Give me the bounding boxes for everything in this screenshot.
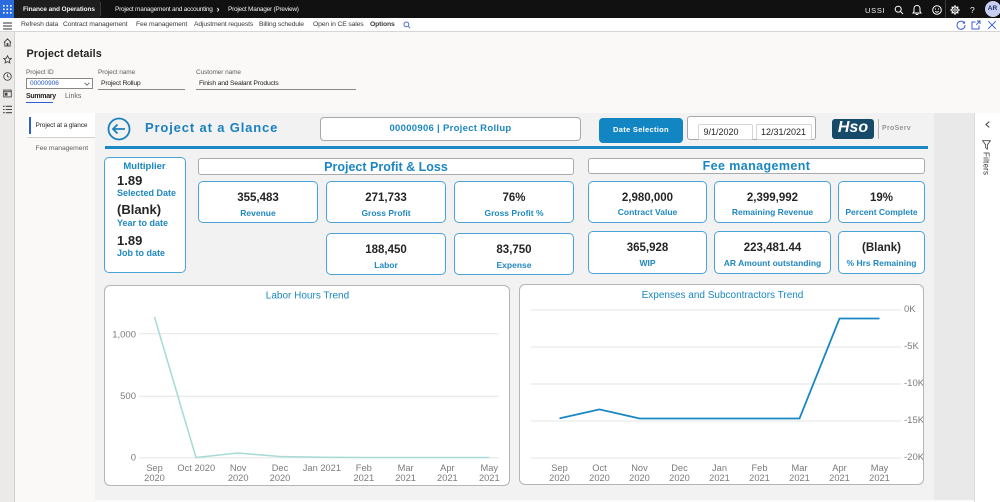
- svg-text:2020: 2020: [228, 473, 249, 483]
- svg-text:2020: 2020: [270, 473, 291, 483]
- svg-text:2021: 2021: [353, 473, 374, 483]
- svg-text:2021: 2021: [709, 473, 730, 483]
- svg-text:2021: 2021: [869, 473, 890, 483]
- svg-text:Nov: Nov: [230, 463, 247, 473]
- svg-text:2021: 2021: [479, 473, 500, 483]
- svg-text:2021: 2021: [789, 473, 810, 483]
- svg-text:Dec: Dec: [272, 463, 289, 473]
- svg-text:Expenses and Subcontractors Tr: Expenses and Subcontractors Trend: [642, 290, 804, 301]
- svg-text:Feb: Feb: [356, 463, 372, 473]
- svg-text:Apr: Apr: [832, 463, 846, 473]
- svg-text:2020: 2020: [144, 473, 165, 483]
- svg-text:May: May: [871, 463, 889, 473]
- svg-text:Nov: Nov: [631, 463, 648, 473]
- svg-text:-15K: -15K: [904, 415, 923, 426]
- svg-text:-5K: -5K: [904, 341, 919, 352]
- svg-text:Mar: Mar: [398, 463, 414, 473]
- svg-text:0K: 0K: [904, 304, 916, 315]
- svg-text:Feb: Feb: [751, 463, 767, 473]
- svg-text:Labor Hours Trend: Labor Hours Trend: [266, 291, 349, 302]
- svg-text:2021: 2021: [395, 473, 416, 483]
- svg-text:2020: 2020: [629, 473, 650, 483]
- svg-text:Jan: Jan: [712, 463, 727, 473]
- svg-text:Sep: Sep: [146, 463, 163, 473]
- svg-text:2021: 2021: [829, 473, 850, 483]
- svg-text:Apr: Apr: [440, 463, 454, 473]
- svg-text:2020: 2020: [669, 473, 690, 483]
- svg-text:0: 0: [131, 453, 136, 464]
- svg-text:2021: 2021: [437, 473, 458, 483]
- svg-text:Oct 2020: Oct 2020: [177, 463, 215, 473]
- svg-text:2020: 2020: [589, 473, 610, 483]
- svg-text:Oct: Oct: [592, 463, 607, 473]
- svg-text:2020: 2020: [549, 473, 570, 483]
- svg-text:-20K: -20K: [904, 452, 923, 463]
- svg-text:Jan 2021: Jan 2021: [303, 463, 341, 473]
- svg-text:2021: 2021: [749, 473, 770, 483]
- svg-text:-10K: -10K: [904, 378, 923, 389]
- svg-text:Dec: Dec: [671, 463, 688, 473]
- svg-text:Sep: Sep: [551, 463, 568, 473]
- svg-text:Mar: Mar: [791, 463, 807, 473]
- svg-text:500: 500: [120, 391, 136, 402]
- svg-text:May: May: [481, 463, 499, 473]
- svg-text:1,000: 1,000: [112, 329, 136, 340]
